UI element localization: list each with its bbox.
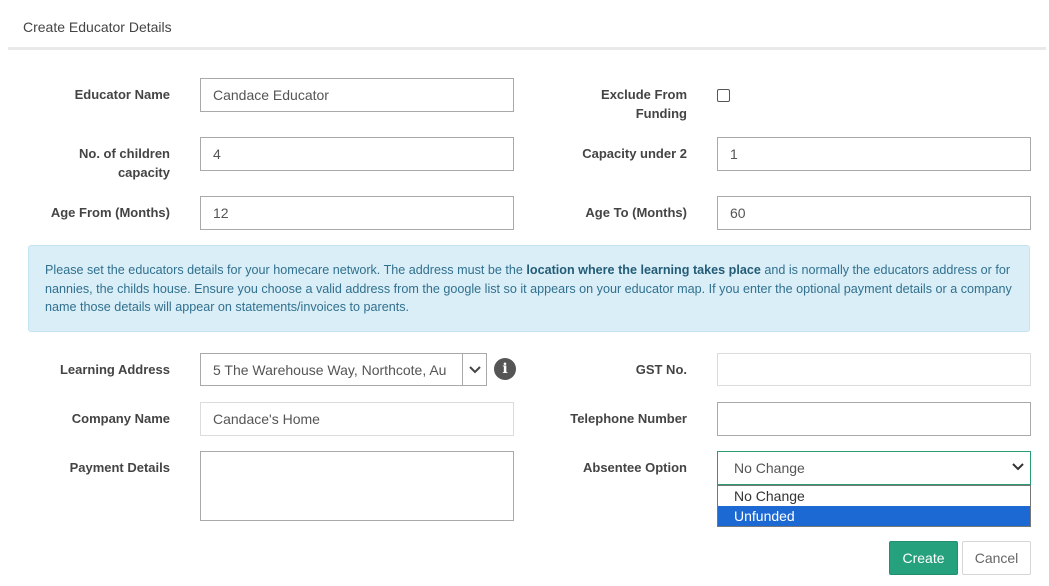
age-to-label: Age To (Months) [585,205,687,220]
learning-address-input[interactable]: 5 The Warehouse Way, Northcote, Au [200,353,463,386]
capacity-under-2-input[interactable]: 1 [717,137,1031,171]
educator-name-input[interactable]: Candace Educator [200,78,514,112]
children-capacity-label-line1: No. of children [79,146,170,161]
absentee-selected-value: No Change [734,460,805,476]
learning-address-label: Learning Address [59,362,170,377]
payment-details-textarea[interactable] [200,451,514,521]
info-text-bold: location where the learning takes place [526,263,761,277]
absentee-option-unfunded[interactable]: Unfunded [718,506,1030,526]
exclude-from-funding-label: Exclude From Funding [537,85,687,123]
create-button[interactable]: Create [889,541,958,575]
exclude-label-line1: Exclude From [601,87,687,102]
gst-no-input[interactable] [717,353,1031,386]
info-alert: Please set the educators details for you… [28,245,1030,332]
info-text-before: Please set the educators details for you… [45,263,527,277]
children-capacity-label: No. of children capacity [20,144,170,182]
absentee-option-select[interactable]: No Change [717,451,1031,485]
telephone-label: Telephone Number [570,411,687,426]
address-dropdown-button[interactable] [462,353,487,386]
company-name-label: Company Name [71,411,170,426]
children-capacity-label-line2: capacity [117,165,170,180]
page-title: Create Educator Details [23,19,172,35]
chevron-down-icon [468,365,481,373]
chevron-down-icon [1012,463,1024,471]
page-header: Create Educator Details [8,0,1046,50]
exclude-from-funding-checkbox[interactable] [717,89,730,102]
payment-details-label: Payment Details [69,460,170,475]
cancel-button[interactable]: Cancel [962,541,1031,575]
age-from-input[interactable]: 12 [200,196,514,230]
children-capacity-input[interactable]: 4 [200,137,514,171]
age-from-label: Age From (Months) [50,205,170,220]
capacity-under-2-label: Capacity under 2 [582,146,687,161]
absentee-option-label: Absentee Option [582,460,687,475]
exclude-label-line2: Funding [635,106,687,121]
absentee-option-no-change[interactable]: No Change [718,486,1030,506]
info-icon[interactable]: i [494,358,516,380]
age-to-input[interactable]: 60 [717,196,1031,230]
company-name-input[interactable]: Candace's Home [200,402,514,436]
absentee-option-dropdown: No Change Unfunded [717,485,1031,527]
telephone-input[interactable] [717,402,1031,436]
educator-name-label: Educator Name [74,87,170,102]
gst-no-label: GST No. [635,362,687,377]
